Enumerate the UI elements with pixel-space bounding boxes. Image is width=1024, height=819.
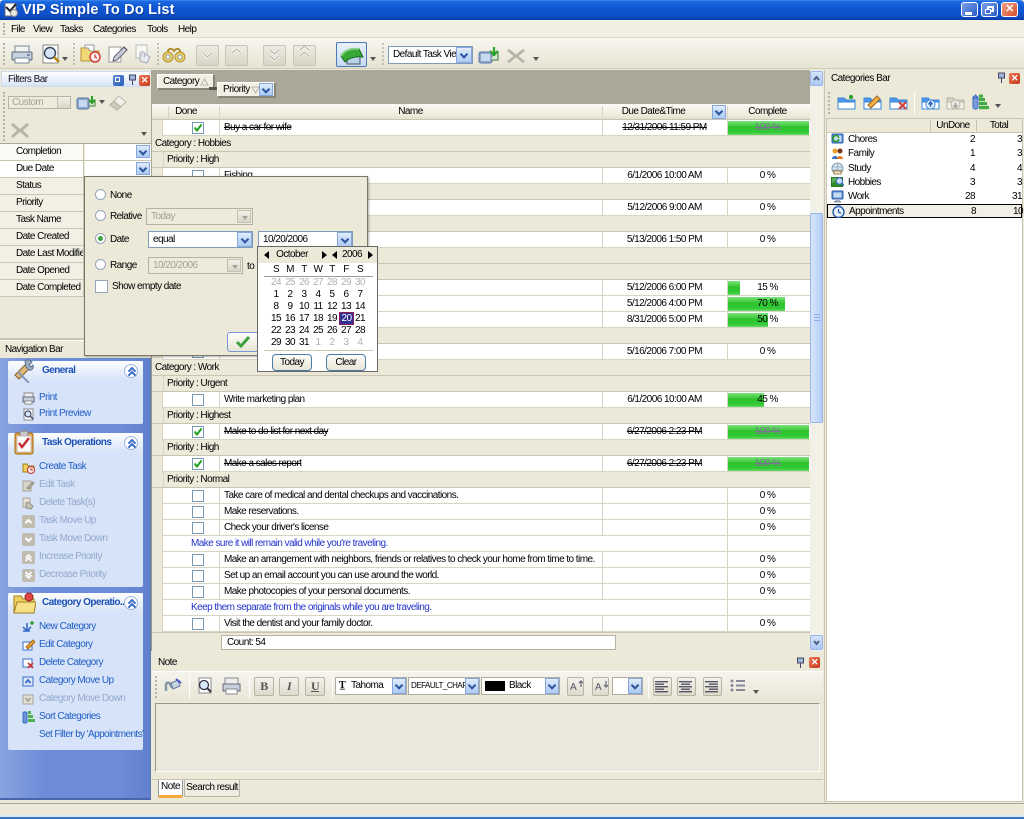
- svg-text:A: A: [595, 682, 602, 693]
- svg-text:A: A: [570, 682, 577, 693]
